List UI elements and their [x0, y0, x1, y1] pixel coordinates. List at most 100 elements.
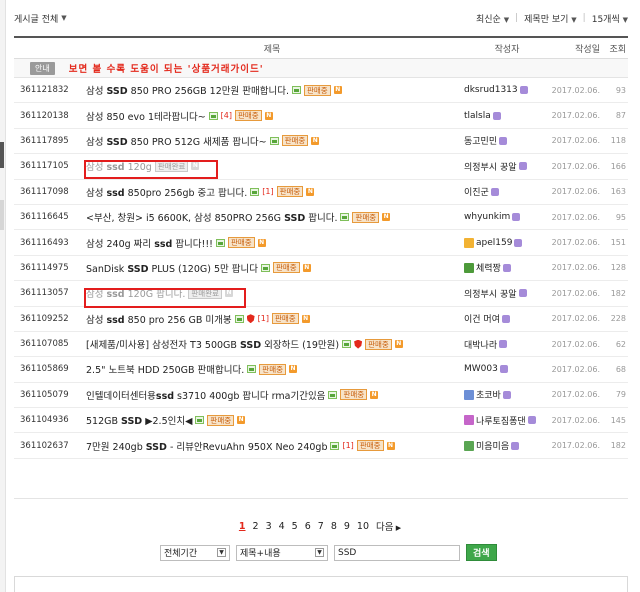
page-link[interactable]: 2: [253, 521, 259, 532]
image-attached-icon: [208, 111, 218, 120]
bottom-panel: [14, 576, 628, 592]
page-link[interactable]: 5: [292, 521, 298, 532]
title-text: 7만원 240gb: [86, 441, 146, 453]
post-title-link[interactable]: 삼성 240g 짜리 ssd 팝니다!!!: [86, 236, 213, 250]
search-keyword: ssd: [154, 238, 173, 250]
member-level-icon: [501, 314, 510, 323]
search-keyword: SSD: [239, 340, 262, 352]
period-select[interactable]: 전체기간 ▼: [160, 544, 230, 561]
writer-name[interactable]: 나루토짐퐁댄: [476, 414, 526, 427]
post-title-link[interactable]: 삼성 ssd 850 pro 256 GB 미개봉: [86, 312, 232, 326]
scope-select[interactable]: 제목+내용 ▼: [236, 544, 328, 561]
search-keyword: SSD: [121, 416, 143, 428]
title-text: <부산, 창원> i5 6600K, 삼성 850PRO 256G: [86, 213, 285, 225]
post-title-link[interactable]: 삼성 SSD 850 PRO 512G 새제품 팝니다~: [86, 134, 267, 148]
page-link[interactable]: 7: [318, 521, 324, 532]
new-post-icon: N: [386, 441, 395, 450]
header-date: 작성일: [575, 44, 600, 55]
title-text: s3710 400gb 팝니다 rma기간있음: [174, 390, 326, 402]
writer-name[interactable]: dksrud1313: [464, 85, 518, 95]
new-post-icon: N: [311, 136, 320, 145]
writer-cell: 나루토짐퐁댄: [462, 414, 550, 427]
table-row: 361107085 [새제품/미사용] 삼성전자 T3 500GB SSD 외장하…: [14, 332, 628, 358]
new-post-icon: N: [370, 390, 379, 399]
post-title-cell: 삼성 240g 짜리 ssd 팝니다!!! 판매중 N: [82, 236, 462, 250]
post-title-link[interactable]: 삼성 850 evo 1테라팝니다~: [86, 109, 206, 123]
sort-dropdown[interactable]: 최신순 ▼: [476, 12, 509, 25]
writer-name[interactable]: MW003: [464, 364, 498, 374]
status-badge: 판매중: [273, 262, 300, 274]
per-page-label: 15개씩: [591, 14, 620, 25]
category-filter-dropdown[interactable]: 게시글 전체 ▼: [14, 12, 67, 25]
member-icon: [464, 389, 474, 400]
writer-name[interactable]: 이건 머여: [464, 312, 500, 325]
writer-cell: MW003: [462, 364, 550, 374]
post-title-link[interactable]: 삼성 SSD 850 PRO 256GB 12만원 판매합니다.: [86, 83, 289, 97]
image-attached-icon: [330, 441, 340, 450]
shield-icon: [354, 339, 363, 349]
post-title-cell: 삼성 ssd 850pro 256gb 중고 팝니다. [1] 판매중 N: [82, 185, 462, 199]
page-current[interactable]: 1: [239, 521, 246, 532]
page-link[interactable]: 9: [344, 521, 350, 532]
writer-name[interactable]: 대박나라: [464, 338, 497, 351]
writer-name[interactable]: 미음미음: [476, 439, 509, 452]
writer-name[interactable]: 초코바: [476, 388, 501, 401]
title-text: 외장하드 (19만원): [261, 340, 340, 352]
post-title-link[interactable]: 2.5" 노트북 HDD 250GB 판매합니다.: [86, 362, 244, 376]
search-button[interactable]: 검색: [466, 544, 497, 561]
comment-count[interactable]: [1]: [262, 187, 273, 196]
per-page-dropdown[interactable]: 15개씩 ▼: [592, 12, 628, 25]
post-title-link[interactable]: 512GB SSD ▶2.5인치◀: [86, 413, 192, 427]
post-title-link[interactable]: 삼성 ssd 120g: [86, 159, 152, 173]
page-link[interactable]: 6: [305, 521, 311, 532]
post-title-link[interactable]: 삼성 ssd 850pro 256gb 중고 팝니다.: [86, 185, 247, 199]
view-count: 166: [610, 161, 626, 171]
comment-count[interactable]: [4]: [221, 111, 232, 120]
member-level-icon: [514, 238, 523, 247]
page-link[interactable]: 10: [357, 521, 369, 532]
page-link[interactable]: 4: [279, 521, 285, 532]
writer-name[interactable]: 체력짱: [476, 261, 501, 274]
member-icon: [464, 237, 474, 248]
writer-name[interactable]: tlalsla: [464, 111, 491, 121]
post-title-cell: 삼성 ssd 120G 팝니다. 판매완료 N: [82, 286, 462, 300]
post-title-link[interactable]: SanDisk SSD PLUS (120G) 5만 팝니다: [86, 261, 258, 275]
member-icon: [464, 440, 474, 451]
post-title-link[interactable]: 7만원 240gb SSD - 리뷰안RevuAhn 950X Neo 240g…: [86, 439, 327, 453]
table-row: 361117098 삼성 ssd 850pro 256gb 중고 팝니다. [1] 판…: [14, 180, 628, 205]
view-count: 79: [615, 390, 626, 400]
writer-name[interactable]: 이진군: [464, 185, 489, 198]
page-link[interactable]: 8: [331, 521, 337, 532]
post-title-link[interactable]: <부산, 창원> i5 6600K, 삼성 850PRO 256G SSD 팝니…: [86, 210, 337, 224]
new-post-icon: N: [289, 365, 297, 374]
notice-title-link[interactable]: 보면 볼 수록 도움이 되는 '상품거래가이드': [69, 61, 264, 75]
comment-count[interactable]: [1]: [258, 314, 269, 323]
comment-count[interactable]: [1]: [342, 441, 353, 450]
chevron-down-icon: ▼: [503, 15, 510, 24]
writer-name[interactable]: 동고민민: [464, 134, 497, 147]
pagination: 1 2 3 4 5 6 7 8 9 10 다음 ▶: [0, 519, 640, 534]
post-title-link[interactable]: 삼성 ssd 120G 팝니다.: [86, 286, 185, 300]
title-text: 인텔데이터센터용: [86, 390, 156, 402]
writer-name[interactable]: 의정부시 꿍알: [464, 287, 517, 300]
writer-name[interactable]: whyunkim: [464, 212, 510, 222]
header-views: 조회: [609, 44, 626, 55]
view-mode-dropdown[interactable]: 제목만 보기 ▼: [524, 12, 577, 25]
post-title-link[interactable]: 인텔데이터센터용ssd s3710 400gb 팝니다 rma기간있음: [86, 388, 325, 402]
notice-row[interactable]: 안내 보면 볼 수록 도움이 되는 '상품거래가이드': [14, 59, 628, 78]
next-page-link[interactable]: 다음 ▶: [376, 519, 401, 533]
view-count: 128: [610, 263, 626, 273]
page-link[interactable]: 3: [266, 521, 272, 532]
divider: |: [582, 13, 586, 23]
post-number: 361116493: [20, 237, 69, 248]
post-title-link[interactable]: [새제품/미사용] 삼성전자 T3 500GB SSD 외장하드 (19만원): [86, 337, 339, 351]
writer-name[interactable]: apel159: [476, 238, 512, 248]
sidebar-scroll-marker: [0, 200, 4, 230]
scope-select-value: 제목+내용: [240, 549, 281, 559]
search-keyword: SSD: [106, 136, 128, 148]
member-level-icon: [518, 289, 527, 298]
search-input[interactable]: [334, 544, 460, 561]
sort-label: 최신순: [475, 14, 501, 25]
table-row: 361113057 삼성 ssd 120G 팝니다. 판매완료 N 의정부시 꿍알 201…: [14, 281, 628, 307]
writer-name[interactable]: 의정부시 꿍알: [464, 160, 517, 173]
